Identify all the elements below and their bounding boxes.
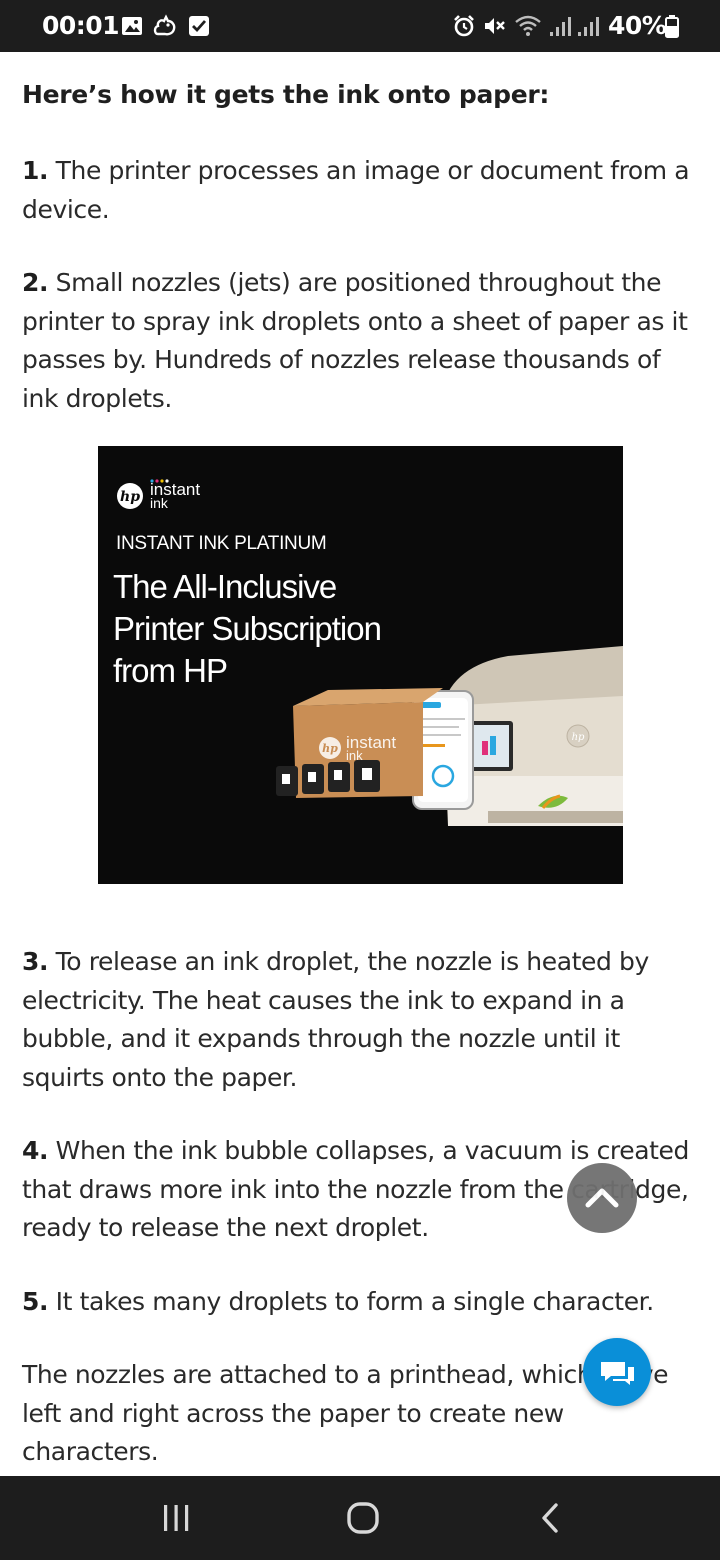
chat-bubbles-icon bbox=[601, 1362, 634, 1385]
signal-icon bbox=[550, 17, 571, 36]
ad-headline-line: The All-Inclusive bbox=[113, 568, 337, 605]
step-number: 1. bbox=[22, 156, 49, 185]
step-1: 1. The printer processes an image or doc… bbox=[22, 152, 702, 229]
svg-text:hp: hp bbox=[572, 732, 585, 743]
step-number: 3. bbox=[22, 947, 49, 976]
signal-icon bbox=[578, 17, 599, 36]
status-bar: 00:01 40% bbox=[0, 0, 720, 52]
checkbox-icon bbox=[189, 16, 209, 36]
step-number: 5. bbox=[22, 1287, 49, 1316]
mute-icon bbox=[485, 18, 505, 34]
step-text: Small nozzles (jets) are positioned thro… bbox=[22, 268, 688, 413]
step-2: 2. Small nozzles (jets) are positioned t… bbox=[22, 264, 702, 418]
alarm-icon bbox=[454, 15, 474, 37]
squirrel-icon bbox=[153, 14, 176, 36]
svg-text:hp: hp bbox=[322, 742, 338, 755]
ad-banner[interactable]: hp instant ink INSTANT INK PLATINUM The … bbox=[98, 446, 623, 884]
step-number: 4. bbox=[22, 1136, 49, 1165]
printer-product-image: hp hp instant ink bbox=[276, 646, 623, 826]
scroll-to-top-button[interactable] bbox=[567, 1163, 637, 1233]
step-5: 5. It takes many droplets to form a sing… bbox=[22, 1283, 702, 1322]
wifi-icon bbox=[515, 15, 541, 36]
section-heading: Here’s how it gets the ink onto paper: bbox=[22, 80, 550, 109]
chevron-up-icon bbox=[585, 1188, 619, 1208]
back-icon[interactable] bbox=[532, 1500, 568, 1536]
navigation-bar bbox=[0, 1476, 720, 1560]
battery-icon bbox=[665, 15, 679, 38]
chat-button[interactable] bbox=[583, 1338, 651, 1406]
step-3: 3. To release an ink droplet, the nozzle… bbox=[22, 943, 702, 1097]
logo-brand: hp bbox=[120, 489, 140, 505]
step-text: It takes many droplets to form a single … bbox=[48, 1287, 655, 1316]
step-text: The printer processes an image or docume… bbox=[22, 156, 690, 224]
ad-tag: INSTANT INK PLATINUM bbox=[116, 533, 327, 554]
status-time: 00:01 bbox=[42, 11, 120, 40]
step-text: To release an ink droplet, the nozzle is… bbox=[22, 947, 649, 1092]
gallery-icon bbox=[122, 17, 142, 35]
recents-icon[interactable] bbox=[158, 1500, 194, 1536]
step-number: 2. bbox=[22, 268, 49, 297]
home-icon[interactable] bbox=[343, 1500, 383, 1536]
logo-line2: ink bbox=[150, 495, 169, 511]
battery-percent: 40% bbox=[608, 11, 667, 40]
hp-instant-ink-logo: hp instant ink bbox=[117, 479, 200, 511]
